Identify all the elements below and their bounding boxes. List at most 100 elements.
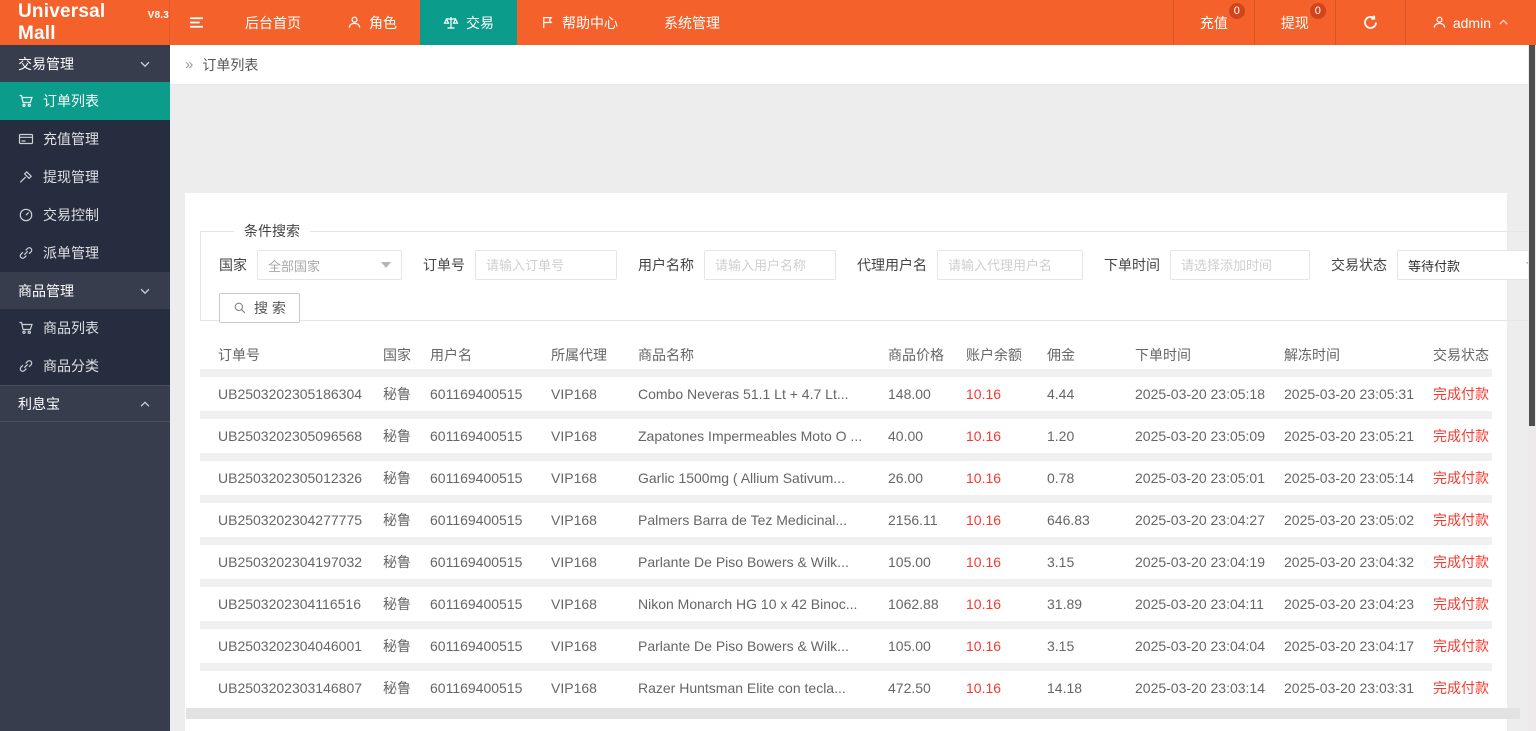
orders-table: 订单号 国家 用户名 所属代理 商品名称 商品价格 账户余额 佣金 下单时间 解冻时间 交易状态 UB… xyxy=(200,341,1492,705)
cell-product-price: 40.00 xyxy=(888,428,924,444)
cell-product-price: 472.50 xyxy=(888,680,931,696)
sidebar-group-interest-treasure[interactable]: 利息宝 xyxy=(0,385,170,422)
field-label: 交易状态 xyxy=(1331,257,1387,273)
header-trade-status: 交易状态 xyxy=(1433,347,1489,363)
cell-trade-status: 完成付款 xyxy=(1433,386,1489,402)
sidebar-item-dispatch-management[interactable]: 派单管理 xyxy=(0,234,170,272)
nav-item-label: 交易 xyxy=(466,14,494,31)
chevron-up-icon xyxy=(1497,16,1510,29)
nav-item-system[interactable]: 系统管理 xyxy=(641,0,743,45)
cell-order-time: 2025-03-20 23:04:11 xyxy=(1135,596,1264,612)
cell-commission: 1.20 xyxy=(1047,428,1075,444)
cell-unfreeze-time: 2025-03-20 23:05:14 xyxy=(1284,470,1414,486)
breadcrumb: » 订单列表 xyxy=(170,45,1536,85)
cell-account-balance: 10.16 xyxy=(966,386,1002,402)
order-time-input[interactable] xyxy=(1170,250,1310,280)
header-product-name: 商品名称 xyxy=(638,347,694,363)
vertical-scrollbar-thumb[interactable] xyxy=(1529,45,1535,426)
header-account-balance: 账户余额 xyxy=(966,347,1022,363)
cell-product-price: 105.00 xyxy=(888,638,931,654)
menu-toggle-button[interactable] xyxy=(170,0,222,45)
header-username: 用户名 xyxy=(430,347,472,363)
cell-product-name: Zapatones Impermeables Moto O ... xyxy=(638,428,863,444)
main-nav: 后台首页 角色 交易 帮助中心 系统管理 xyxy=(222,0,743,45)
cell-username: 601169400515 xyxy=(430,512,523,528)
order-no-input[interactable] xyxy=(475,250,617,280)
cell-order-no: UB2503202304116516 xyxy=(218,596,361,612)
cell-order-no: UB2503202305186304 xyxy=(218,386,363,402)
sidebar-item-goods-list[interactable]: 商品列表 xyxy=(0,309,170,347)
nav-item-label: 系统管理 xyxy=(664,14,720,31)
cell-country: 秘鲁 xyxy=(383,428,411,444)
recharge-button[interactable]: 充值 0 xyxy=(1172,0,1254,45)
cell-trade-status: 完成付款 xyxy=(1433,470,1489,486)
flag-icon xyxy=(540,15,555,30)
sidebar-item-order-list[interactable]: 订单列表 xyxy=(0,82,170,120)
scales-icon xyxy=(443,15,459,31)
cell-order-no: UB2503202304046001 xyxy=(218,638,363,654)
brand-logo[interactable]: Universal Mall V8.3 xyxy=(0,0,170,45)
sidebar-item-recharge-management[interactable]: 充值管理 xyxy=(0,120,170,158)
cell-unfreeze-time: 2025-03-20 23:04:23 xyxy=(1284,596,1414,612)
trade-status-select[interactable]: 等待付款 xyxy=(1397,250,1536,280)
search-button[interactable]: 搜 索 xyxy=(219,293,300,323)
nav-item-help-center[interactable]: 帮助中心 xyxy=(517,0,641,45)
cart-icon xyxy=(18,93,34,109)
cell-agent: VIP168 xyxy=(551,554,597,570)
table-row: UB2503202304197032 秘鲁 601169400515 VIP168 Pa… xyxy=(200,545,1492,579)
sidebar-group-trade-management[interactable]: 交易管理 xyxy=(0,45,170,82)
cell-agent: VIP168 xyxy=(551,470,597,486)
hammer-icon xyxy=(18,169,34,185)
sidebar-item-label: 提现管理 xyxy=(43,169,99,185)
country-select[interactable]: 全部国家 xyxy=(257,250,402,280)
cell-trade-status: 完成付款 xyxy=(1433,512,1489,528)
cell-username: 601169400515 xyxy=(430,470,523,486)
search-form-row: 国家 全部国家 订单号 用户名称 代理用户名 xyxy=(219,250,1536,280)
cell-agent: VIP168 xyxy=(551,512,597,528)
cell-country: 秘鲁 xyxy=(383,470,411,486)
cell-unfreeze-time: 2025-03-20 23:04:17 xyxy=(1284,638,1414,654)
nav-item-trade[interactable]: 交易 xyxy=(420,0,517,45)
search-icon xyxy=(233,301,247,315)
table-row: UB2503202304116516 秘鲁 601169400515 VIP168 Ni… xyxy=(200,587,1492,621)
cell-commission: 646.83 xyxy=(1047,512,1090,528)
select-caret-icon xyxy=(381,262,391,268)
cell-account-balance: 10.16 xyxy=(966,638,1002,654)
cell-username: 601169400515 xyxy=(430,680,523,696)
cell-unfreeze-time: 2025-03-20 23:05:02 xyxy=(1284,512,1414,528)
refresh-button[interactable] xyxy=(1334,0,1405,45)
horizontal-scrollbar[interactable] xyxy=(186,708,1520,719)
cell-country: 秘鲁 xyxy=(383,386,411,402)
nav-item-label: 帮助中心 xyxy=(562,14,618,31)
cell-trade-status: 完成付款 xyxy=(1433,554,1489,570)
nav-item-roles[interactable]: 角色 xyxy=(324,0,420,45)
link-icon xyxy=(18,245,34,261)
header-order-no: 订单号 xyxy=(218,347,260,363)
cell-agent: VIP168 xyxy=(551,680,597,696)
sidebar-item-trade-control[interactable]: 交易控制 xyxy=(0,196,170,234)
field-label: 国家 xyxy=(219,257,247,273)
sidebar-item-goods-category[interactable]: 商品分类 xyxy=(0,347,170,385)
sidebar-item-withdraw-management[interactable]: 提现管理 xyxy=(0,158,170,196)
sidebar-item-label: 订单列表 xyxy=(43,93,99,109)
cell-order-no: UB2503202303146807 xyxy=(218,680,363,696)
cell-order-time: 2025-03-20 23:05:09 xyxy=(1135,428,1265,444)
cell-country: 秘鲁 xyxy=(383,680,411,696)
cell-commission: 4.44 xyxy=(1047,386,1075,402)
recharge-badge: 0 xyxy=(1228,3,1245,19)
withdraw-button[interactable]: 提现 0 xyxy=(1253,0,1335,45)
table-row: UB2503202303146807 秘鲁 601169400515 VIP168 Ra… xyxy=(200,671,1492,705)
user-menu[interactable]: admin xyxy=(1404,0,1536,45)
breadcrumb-arrow-icon: » xyxy=(185,56,194,73)
sidebar: 交易管理 订单列表 充值管理 提现管理 交易控制 派单管理 商品管理 商品列表 … xyxy=(0,45,170,731)
agent-username-input[interactable] xyxy=(937,250,1083,280)
header-order-time: 下单时间 xyxy=(1135,347,1191,363)
nav-item-dashboard[interactable]: 后台首页 xyxy=(222,0,324,45)
cell-unfreeze-time: 2025-03-20 23:05:21 xyxy=(1284,428,1414,444)
username-input[interactable] xyxy=(704,250,836,280)
user-icon xyxy=(1432,15,1447,30)
sidebar-group-goods-management[interactable]: 商品管理 xyxy=(0,272,170,309)
cell-product-name: Combo Neveras 51.1 Lt + 4.7 Lt... xyxy=(638,386,849,402)
header-product-price: 商品价格 xyxy=(888,347,944,363)
cell-account-balance: 10.16 xyxy=(966,428,1002,444)
